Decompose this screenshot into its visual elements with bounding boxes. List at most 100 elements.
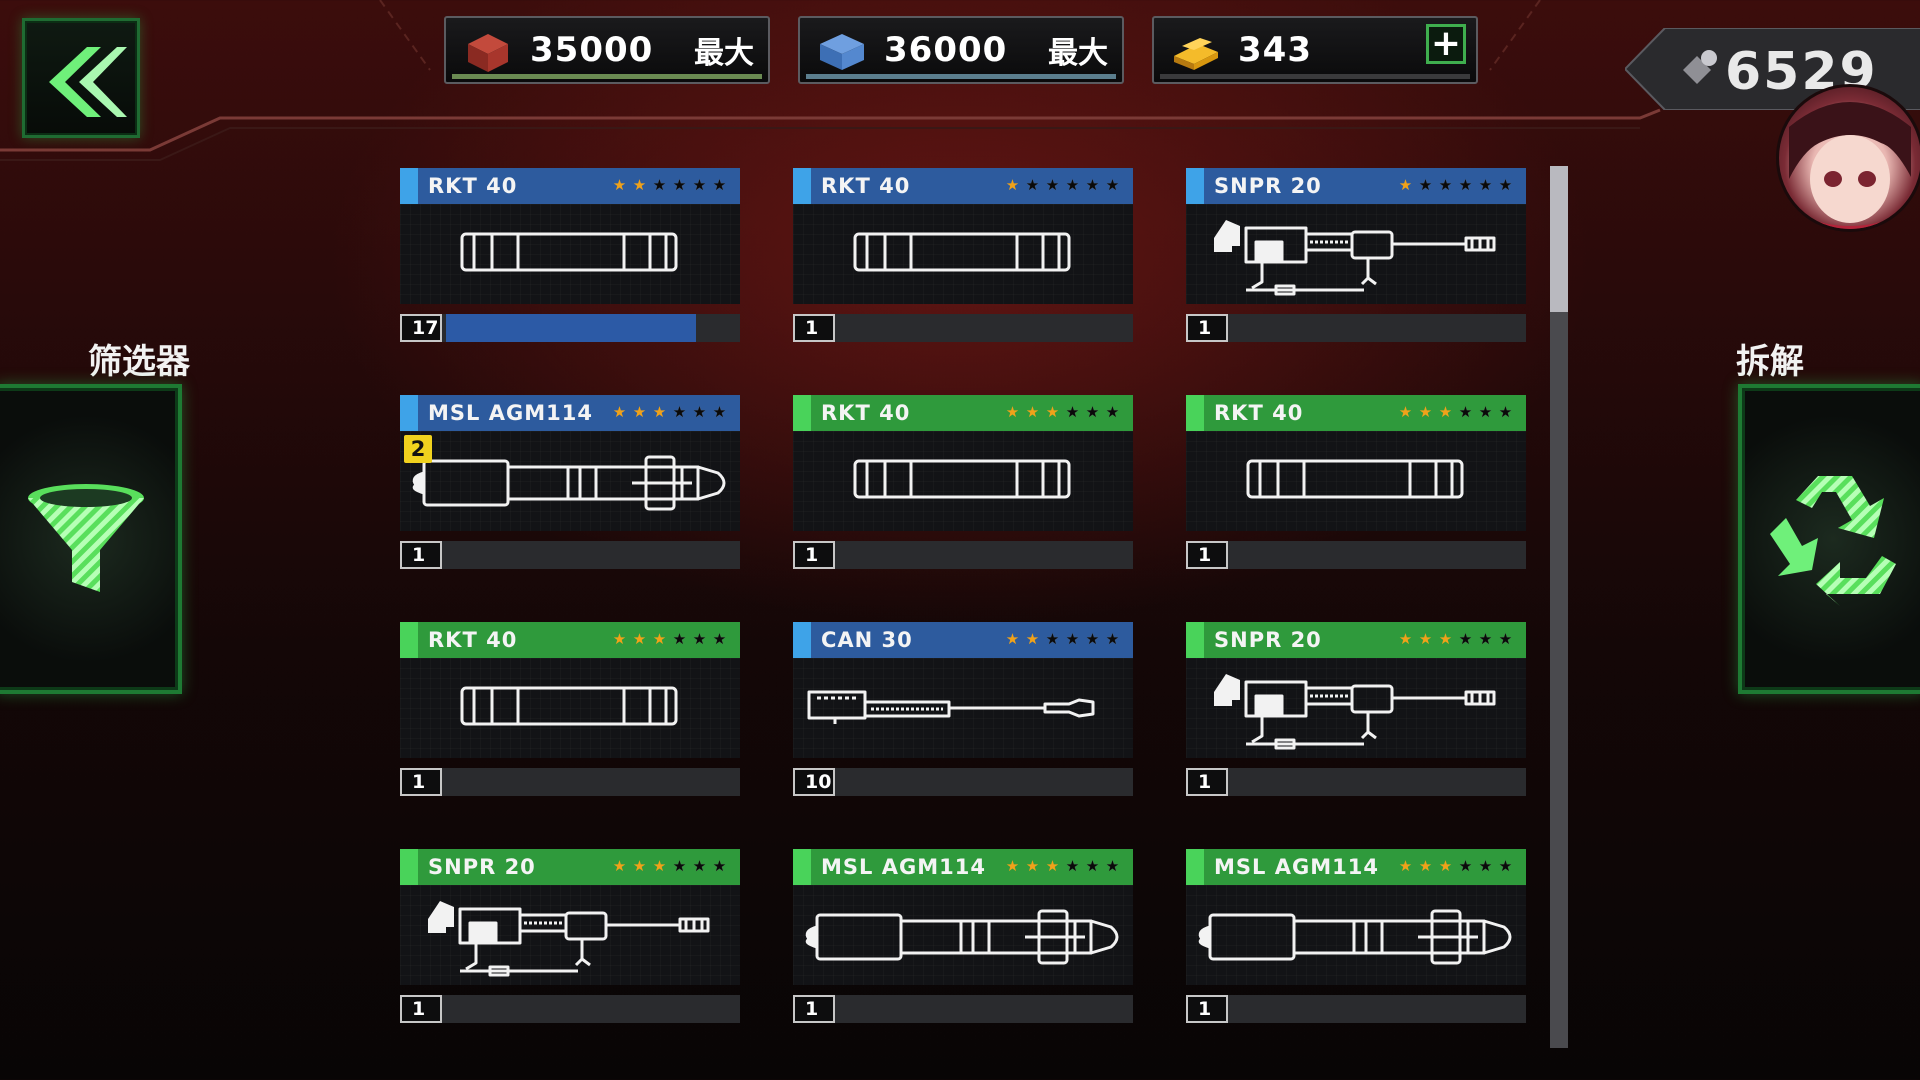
star-icon: ★ [1085, 403, 1100, 421]
star-icon: ★ [612, 403, 627, 421]
quantity: 1 [400, 768, 442, 796]
add-gold-button[interactable]: + [1426, 24, 1466, 64]
weapon-card[interactable]: SNPR 20 ★ ★ ★ ★ ★ ★ 1 [1186, 622, 1526, 796]
star-icon: ★ [672, 176, 687, 194]
star-rating: ★ ★ ★ ★ ★ ★ [611, 404, 728, 422]
star-rating: ★ ★ ★ ★ ★ ★ [1397, 177, 1514, 195]
card-footer: 1 [1186, 541, 1526, 569]
star-icon: ★ [672, 403, 687, 421]
weapon-name: SNPR 20 [1214, 628, 1322, 652]
rocket-launcher-icon [853, 459, 1071, 499]
rocket-launcher-icon [460, 232, 678, 272]
rarity-stripe [1186, 622, 1204, 658]
card-footer: 10 [793, 768, 1133, 796]
rocket-launcher-icon [460, 686, 678, 726]
quantity: 10 [793, 768, 835, 796]
plate-bar [806, 74, 1116, 79]
weapon-card[interactable]: MSL AGM114 ★ ★ ★ ★ ★ ★ 1 [793, 849, 1133, 1023]
star-icon: ★ [1418, 176, 1433, 194]
star-icon: ★ [692, 630, 707, 648]
weapon-art [400, 658, 740, 762]
star-icon: ★ [692, 857, 707, 875]
star-icon: ★ [652, 630, 667, 648]
weapon-card[interactable]: RKT 40 ★ ★ ★ ★ ★ ★ 1 [793, 395, 1133, 569]
quantity: 1 [400, 541, 442, 569]
star-rating: ★ ★ ★ ★ ★ ★ [1004, 858, 1121, 876]
star-icon: ★ [1105, 857, 1120, 875]
card-header: RKT 40 ★ ★ ★ ★ ★ ★ [400, 168, 740, 204]
star-icon: ★ [1478, 630, 1493, 648]
star-icon: ★ [712, 857, 727, 875]
star-icon: ★ [1478, 176, 1493, 194]
star-icon: ★ [672, 857, 687, 875]
plate-max-label: 最大 [1048, 36, 1108, 71]
star-icon: ★ [1478, 403, 1493, 421]
star-icon: ★ [1458, 176, 1473, 194]
star-icon: ★ [1105, 630, 1120, 648]
rarity-stripe [793, 849, 811, 885]
weapon-art [400, 431, 740, 535]
rarity-stripe [400, 622, 418, 658]
weapon-name: RKT 40 [428, 628, 518, 652]
weapon-name: RKT 40 [821, 174, 911, 198]
back-button[interactable] [22, 18, 140, 138]
star-icon: ★ [712, 403, 727, 421]
weapon-card[interactable]: RKT 40 ★ ★ ★ ★ ★ ★ 1 [1186, 395, 1526, 569]
quantity: 1 [793, 995, 835, 1023]
star-icon: ★ [632, 176, 647, 194]
weapon-card[interactable]: MSL AGM114 ★ ★ ★ ★ ★ ★ 1 [1186, 849, 1526, 1023]
resource-plate: 36000 最大 [798, 16, 1124, 84]
dismantle-label: 拆解 [1736, 342, 1804, 382]
star-icon: ★ [1458, 403, 1473, 421]
star-icon: ★ [1105, 403, 1120, 421]
star-icon: ★ [1438, 176, 1453, 194]
weapon-name: CAN 30 [821, 628, 913, 652]
rarity-stripe [400, 395, 418, 431]
weapon-card[interactable]: CAN 30 ★ ★ ★ ★ ★ ★ 10 [793, 622, 1133, 796]
weapon-name: MSL AGM114 [821, 855, 986, 879]
weapon-name: RKT 40 [821, 401, 911, 425]
weapon-card[interactable]: SNPR 20 ★ ★ ★ ★ ★ ★ 1 [1186, 168, 1526, 342]
sniper-rifle-icon [1214, 220, 1496, 296]
weapon-card[interactable]: RKT 40 ★ ★ ★ ★ ★ ★ 1 [793, 168, 1133, 342]
star-icon: ★ [1498, 857, 1513, 875]
card-footer: 1 [1186, 768, 1526, 796]
rocket-launcher-icon [853, 232, 1071, 272]
star-icon: ★ [1025, 176, 1040, 194]
filter-button[interactable] [0, 384, 182, 694]
rarity-stripe [793, 395, 811, 431]
plate-stack-icon [820, 34, 864, 70]
scrollbar-thumb[interactable] [1550, 166, 1568, 312]
card-footer: 1 [793, 541, 1133, 569]
card-header: CAN 30 ★ ★ ★ ★ ★ ★ [793, 622, 1133, 658]
player-avatar[interactable] [1776, 84, 1920, 232]
star-icon: ★ [1085, 176, 1100, 194]
star-icon: ★ [1065, 630, 1080, 648]
card-header: SNPR 20 ★ ★ ★ ★ ★ ★ [1186, 168, 1526, 204]
weapon-card[interactable]: SNPR 20 ★ ★ ★ ★ ★ ★ 1 [400, 849, 740, 1023]
star-icon: ★ [1045, 630, 1060, 648]
star-icon: ★ [632, 403, 647, 421]
star-icon: ★ [612, 176, 627, 194]
card-header: SNPR 20 ★ ★ ★ ★ ★ ★ [1186, 622, 1526, 658]
star-icon: ★ [1438, 403, 1453, 421]
dismantle-button[interactable] [1738, 384, 1920, 694]
star-icon: ★ [1398, 630, 1413, 648]
star-icon: ★ [1418, 630, 1433, 648]
plate-value: 36000 [884, 30, 1008, 70]
weapon-card[interactable]: MSL AGM114 ★ ★ ★ ★ ★ ★ 2 1 [400, 395, 740, 569]
weapon-art [793, 204, 1133, 308]
star-icon: ★ [632, 857, 647, 875]
star-rating: ★ ★ ★ ★ ★ ★ [1004, 631, 1121, 649]
weapon-card[interactable]: RKT 40 ★ ★ ★ ★ ★ ★ 17 [400, 168, 740, 342]
card-footer: 1 [1186, 995, 1526, 1023]
quantity: 1 [1186, 314, 1228, 342]
weapon-art [1186, 204, 1526, 308]
star-icon: ★ [1005, 403, 1020, 421]
double-chevron-left-icon [49, 47, 127, 117]
missile-icon [412, 455, 726, 511]
weapon-card[interactable]: RKT 40 ★ ★ ★ ★ ★ ★ 1 [400, 622, 740, 796]
gold-bar [1160, 74, 1470, 79]
star-icon: ★ [1025, 403, 1040, 421]
star-icon: ★ [612, 630, 627, 648]
